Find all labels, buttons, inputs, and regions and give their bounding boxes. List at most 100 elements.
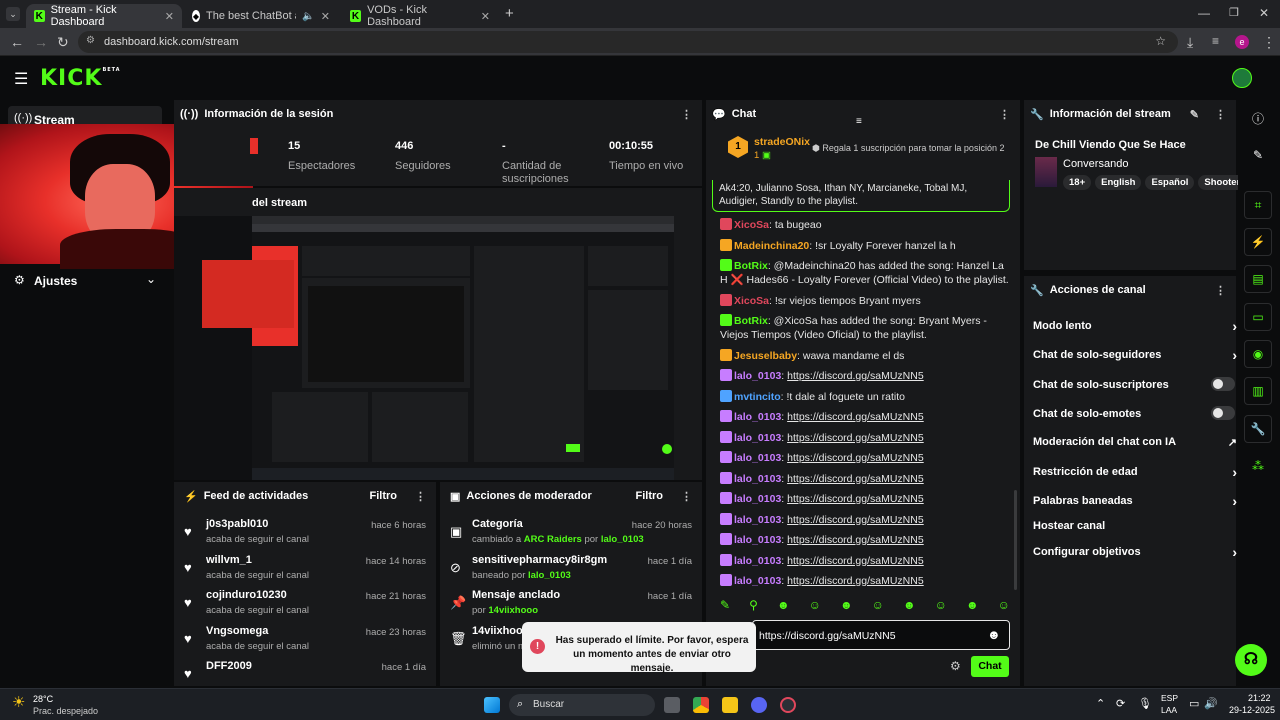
chat-link[interactable]: https://discord.gg/saMUzNN5: [787, 411, 924, 423]
chat-message[interactable]: XicoSa: ta bugeao: [706, 218, 1020, 232]
chat-message[interactable]: XicoSa: !sr viejos tiempos Bryant myers: [706, 293, 1020, 308]
site-info-icon[interactable]: ⚙: [86, 35, 95, 46]
mod-action-item[interactable]: ▣ Categoría cambiado a ARC Raiders por lal…: [440, 518, 702, 554]
chat-message[interactable]: lalo_0103: https://discord.gg/saMUzNN5: [706, 430, 1020, 445]
tab-list-icon[interactable]: ⌄: [6, 7, 20, 21]
mic-icon[interactable]: 🎙: [1138, 697, 1152, 710]
chat-link[interactable]: https://discord.gg/saMUzNN5: [787, 370, 924, 382]
address-bar[interactable]: ⚙ dashboard.kick.com/stream ☆: [78, 31, 1178, 53]
pinned-message[interactable]: Ak4:20, Julianno Sosa, Ithan NY, Marcian…: [712, 180, 1010, 212]
chat-message[interactable]: lalo_0103: https://discord.gg/saMUzNN5: [706, 451, 1020, 465]
channel-action-item[interactable]: Hostear canal: [1033, 520, 1233, 532]
chat-message[interactable]: lalo_0103: https://discord.gg/saMUzNN5: [706, 471, 1020, 486]
chat-link[interactable]: https://discord.gg/saMUzNN5: [787, 473, 924, 485]
pencil-icon[interactable]: ✎: [1244, 141, 1272, 169]
chat-username[interactable]: Jesuselbaby: [734, 350, 797, 362]
chat-message[interactable]: Jesuselbaby: wawa mandame el ds: [706, 348, 1020, 363]
emote-icon[interactable]: ☺: [872, 598, 884, 616]
chat-scrollbar[interactable]: [1014, 490, 1017, 590]
lightning-rail-icon[interactable]: ⚡: [1244, 228, 1272, 256]
channel-action-item[interactable]: Palabras baneadas ›: [1033, 493, 1237, 509]
task-view-icon[interactable]: [664, 697, 680, 713]
chat-link[interactable]: https://discord.gg/saMUzNN5: [787, 575, 924, 587]
hamburger-menu-icon[interactable]: ☰: [14, 69, 28, 89]
emote-icon[interactable]: ☻: [777, 598, 790, 616]
channel-action-item[interactable]: Configurar objetivos ›: [1033, 544, 1237, 560]
profile-avatar-icon[interactable]: e: [1235, 35, 1249, 49]
wrench-rail-icon[interactable]: 🔧: [1244, 415, 1272, 443]
broadcast-rail-icon[interactable]: ◉: [1244, 340, 1272, 368]
activity-user[interactable]: willvm_1: [206, 554, 252, 566]
chat-message[interactable]: Madeinchina20: !sr Loyalty Forever hanze…: [706, 238, 1020, 253]
chat-username[interactable]: lalo_0103: [734, 555, 781, 567]
chat-message[interactable]: lalo_0103: https://discord.gg/saMUzNN5: [706, 553, 1020, 568]
chat-message[interactable]: lalo_0103: https://discord.gg/saMUzNN5: [706, 410, 1020, 424]
toggle-switch[interactable]: [1211, 377, 1235, 391]
chat-rail-icon[interactable]: ▭: [1244, 303, 1272, 331]
close-window-icon[interactable]: ✕: [1259, 6, 1269, 20]
stream-video[interactable]: [174, 216, 674, 480]
chat-settings-icon[interactable]: ⚙: [950, 659, 961, 673]
chat-link[interactable]: https://discord.gg/saMUzNN5: [787, 432, 924, 444]
emote-icon[interactable]: ☻: [840, 598, 853, 616]
tab-chatbot[interactable]: ◆ The best ChatBot and Widg 🔈 ✕: [184, 4, 338, 28]
more-icon[interactable]: ⋮: [1215, 108, 1226, 121]
kick-logo[interactable]: KICKBETA: [40, 66, 121, 91]
help-headset-icon[interactable]: ☊: [1235, 644, 1267, 676]
mod-action-item[interactable]: ⊘ sensitivepharmacy8ir8gm baneado por lalo…: [440, 554, 702, 590]
media-queue-icon[interactable]: ≡: [1212, 34, 1219, 48]
chat-username[interactable]: BotRix: [734, 260, 768, 272]
chat-link[interactable]: https://discord.gg/saMUzNN5: [787, 493, 924, 505]
chat-message[interactable]: BotRix: @XicoSa has added the song: Brya…: [706, 314, 1020, 342]
bookmark-star-icon[interactable]: ☆: [1155, 34, 1166, 48]
keyboard-layout[interactable]: LAA: [1161, 705, 1177, 715]
emote-icon[interactable]: ☺: [809, 598, 821, 616]
clip-icon[interactable]: ⌗: [1244, 191, 1272, 219]
windows-start-icon[interactable]: [484, 697, 500, 713]
more-icon[interactable]: ⋮: [1215, 284, 1226, 297]
edit-icon[interactable]: ✎: [1190, 108, 1199, 121]
restore-icon[interactable]: ❐: [1229, 6, 1239, 19]
apps-icon[interactable]: ⁂: [1244, 452, 1272, 480]
emote-icon[interactable]: ☻: [903, 598, 916, 616]
note-icon[interactable]: ▤: [1244, 265, 1272, 293]
chat-username[interactable]: XicoSa: [734, 219, 769, 231]
network-icon[interactable]: ▭: [1189, 697, 1199, 710]
volume-icon[interactable]: 🔊: [1204, 697, 1218, 710]
stream-tag[interactable]: English: [1095, 175, 1142, 190]
chevron-down-icon[interactable]: ⌄: [146, 272, 156, 286]
activity-item[interactable]: ♥ j0s3pabl010 acaba de seguir el canal hace…: [174, 518, 436, 554]
filter-button[interactable]: Filtro: [636, 490, 664, 502]
chat-username[interactable]: lalo_0103: [734, 452, 781, 464]
chat-message[interactable]: mvtincito: !t dale al foguete un ratito: [706, 389, 1020, 404]
browser-menu-icon[interactable]: ⋮: [1262, 34, 1276, 51]
chat-username[interactable]: Madeinchina20: [734, 240, 809, 252]
tab-stream[interactable]: K Stream - Kick Dashboard ✕: [26, 4, 182, 28]
stream-tag[interactable]: 18+: [1063, 175, 1092, 190]
emote-icon[interactable]: ☺: [935, 598, 947, 616]
chat-link[interactable]: https://discord.gg/saMUzNN5: [787, 452, 924, 464]
file-explorer-icon[interactable]: [722, 697, 738, 713]
obs-icon[interactable]: [780, 697, 796, 713]
chat-link[interactable]: https://discord.gg/saMUzNN5: [787, 514, 924, 526]
chat-link[interactable]: https://discord.gg/saMUzNN5: [787, 555, 924, 567]
activity-user[interactable]: Vngsomega: [206, 625, 268, 637]
activity-item[interactable]: ♥ Vngsomega acaba de seguir el canal hace 2…: [174, 625, 436, 661]
chat-message[interactable]: lalo_0103: https://discord.gg/saMUzNN5: [706, 574, 1020, 588]
chat-message[interactable]: lalo_0103: https://discord.gg/saMUzNN5: [706, 369, 1020, 383]
filter-button[interactable]: Filtro: [370, 490, 398, 502]
tray-arrow-icon[interactable]: ⌃: [1096, 697, 1105, 710]
emote-icon[interactable]: ☻: [966, 598, 979, 616]
chat-username[interactable]: lalo_0103: [734, 432, 781, 444]
chat-username[interactable]: lalo_0103: [734, 473, 781, 485]
close-tab-icon[interactable]: ✕: [481, 10, 490, 23]
chat-username[interactable]: lalo_0103: [734, 370, 781, 382]
sync-icon[interactable]: ⟳: [1116, 697, 1125, 710]
close-tab-icon[interactable]: ✕: [165, 10, 174, 23]
channel-action-item[interactable]: Modo lento ›: [1033, 318, 1237, 334]
chat-message[interactable]: lalo_0103: https://discord.gg/saMUzNN5: [706, 492, 1020, 506]
close-tab-icon[interactable]: ✕: [321, 10, 330, 23]
chrome-icon[interactable]: [693, 697, 709, 713]
info-icon[interactable]: ⓘ: [1244, 104, 1272, 132]
speaker-icon[interactable]: 🔈: [302, 11, 314, 22]
